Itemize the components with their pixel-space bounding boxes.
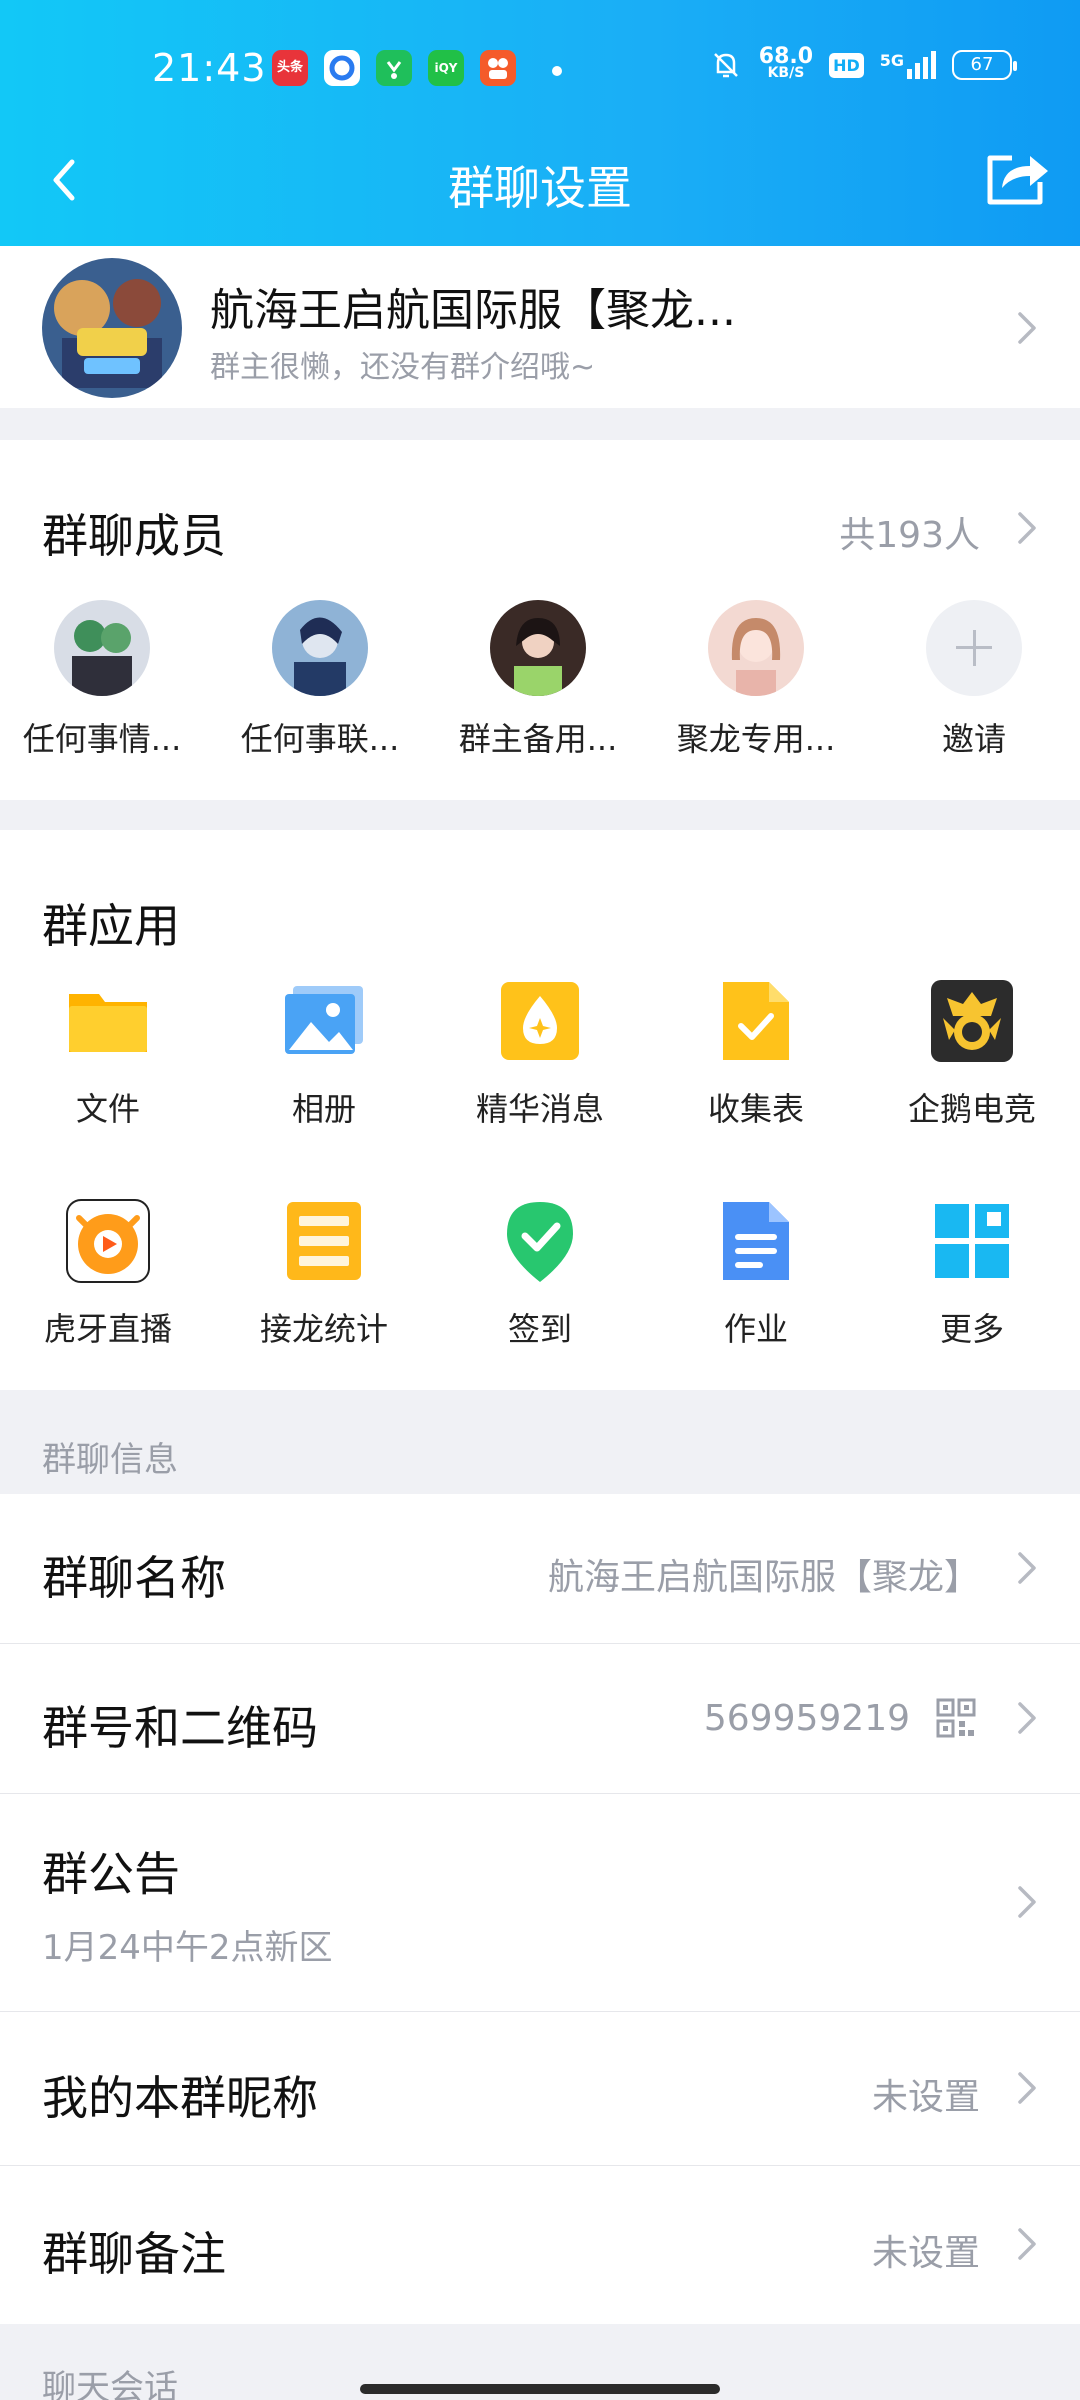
avatar: [708, 600, 804, 696]
section-label-group-info: 群聊信息: [42, 1440, 178, 1480]
esports-icon: [929, 978, 1015, 1064]
row-group-name[interactable]: 群聊名称 航海王启航国际服【聚龙】: [0, 1494, 1080, 1644]
app-green-icon: [376, 50, 412, 86]
plus-icon: [926, 600, 1022, 696]
group-intro: 群主很懒，还没有群介绍哦~: [210, 350, 596, 385]
member-item[interactable]: 群主备用...: [438, 600, 638, 760]
member-name: 群主备用...: [458, 720, 618, 758]
chevron-right-icon: [1016, 310, 1038, 346]
app-files[interactable]: 文件: [0, 978, 216, 1130]
app-more[interactable]: 更多: [864, 1198, 1080, 1350]
member-item[interactable]: 任何事联...: [220, 600, 420, 760]
members-section: 群聊成员 共193人 任何事情... 任何事联... 群主备用... 聚龙专用.…: [0, 440, 1080, 800]
members-title: 群聊成员: [42, 509, 226, 563]
row-group-notice[interactable]: 群公告 1月24中午2点新区: [0, 1794, 1080, 2012]
notification-dot: [552, 66, 562, 76]
avatar: [54, 600, 150, 696]
app-collect-form[interactable]: 收集表: [648, 978, 864, 1130]
home-indicator[interactable]: [360, 2384, 720, 2394]
app-checkin[interactable]: 签到: [432, 1198, 648, 1350]
share-icon: [987, 155, 1048, 205]
album-icon: [281, 978, 367, 1064]
chevron-right-icon[interactable]: [1016, 510, 1038, 546]
share-button[interactable]: [982, 144, 1052, 210]
hd-badge: HD: [829, 52, 864, 78]
chevron-right-icon: [1016, 1550, 1038, 1586]
battery-indicator: 67: [952, 50, 1017, 80]
status-time: 21:43: [152, 46, 267, 90]
collect-form-icon: [713, 978, 799, 1064]
member-name: 任何事情...: [22, 720, 182, 758]
huya-icon: [65, 1198, 151, 1284]
iqiyi-icon: iQY: [428, 50, 464, 86]
status-right: 68.0 KB/S HD 5G 67: [709, 44, 1017, 82]
group-info-list: 群聊名称 航海王启航国际服【聚龙】 群号和二维码 569959219 群公告 1…: [0, 1494, 1080, 2324]
header: 21:43 头条 iQY 68.0 KB/S HD 5G 67 群聊设置: [0, 0, 1080, 246]
page-title: 群聊设置: [448, 161, 632, 215]
group-profile-card[interactable]: 航海王启航国际服【聚龙... 群主很懒，还没有群介绍哦~: [0, 246, 1080, 408]
folder-icon: [65, 978, 151, 1064]
net-speed: 68.0 KB/S: [758, 44, 814, 82]
app-essence[interactable]: 精华消息: [432, 978, 648, 1130]
browser-icon: [324, 50, 360, 86]
avatar: [490, 600, 586, 696]
group-name: 航海王启航国际服【聚龙...: [210, 285, 736, 336]
section-label-chat: 聊天会话: [42, 2368, 178, 2400]
app-homework[interactable]: 作业: [648, 1198, 864, 1350]
invite-label: 邀请: [941, 720, 1006, 758]
app-esports[interactable]: 企鹅电竞: [864, 978, 1080, 1130]
notice-preview: 1月24中午2点新区: [42, 1928, 333, 1968]
toutiao-icon: 头条: [272, 50, 308, 86]
app-orange-icon: [480, 50, 516, 86]
essence-icon: [497, 978, 583, 1064]
group-apps-section: 群应用 文件 相册 精华消息 收集表 企鹅电竞 虎牙直播 接龙统计 签到 作业 …: [0, 830, 1080, 1390]
chevron-right-icon: [1016, 2226, 1038, 2262]
mute-bell-icon: [713, 53, 738, 78]
avatar: [272, 600, 368, 696]
row-my-nickname[interactable]: 我的本群昵称 未设置: [0, 2012, 1080, 2166]
signal-indicator: 5G: [880, 51, 936, 79]
status-app-icons: 头条 iQY: [272, 50, 516, 86]
relay-stats-icon: [281, 1198, 367, 1284]
member-count[interactable]: 共193人: [839, 506, 980, 558]
app-huya[interactable]: 虎牙直播: [0, 1198, 216, 1350]
more-grid-icon: [929, 1198, 1015, 1284]
app-album[interactable]: 相册: [216, 978, 432, 1130]
navbar: 群聊设置: [0, 130, 1080, 230]
chevron-right-icon: [1016, 1884, 1038, 1920]
invite-button[interactable]: 邀请: [874, 600, 1074, 760]
app-relay-stats[interactable]: 接龙统计: [216, 1198, 432, 1350]
member-name: 任何事联...: [240, 720, 400, 758]
checkin-icon: [497, 1198, 583, 1284]
chevron-right-icon: [1016, 2070, 1038, 2106]
group-avatar: [42, 258, 182, 398]
status-bar: 21:43 头条 iQY 68.0 KB/S HD 5G 67: [0, 36, 1080, 106]
member-item[interactable]: 任何事情...: [2, 600, 202, 760]
homework-icon: [713, 1198, 799, 1284]
member-item[interactable]: 聚龙专用...: [656, 600, 856, 760]
qr-code-icon: [936, 1698, 976, 1738]
row-group-remark[interactable]: 群聊备注 未设置: [0, 2166, 1080, 2324]
member-name: 聚龙专用...: [676, 720, 836, 758]
row-group-number-qr[interactable]: 群号和二维码 569959219: [0, 1644, 1080, 1794]
apps-title: 群应用: [42, 899, 180, 953]
chevron-right-icon: [1016, 1700, 1038, 1736]
